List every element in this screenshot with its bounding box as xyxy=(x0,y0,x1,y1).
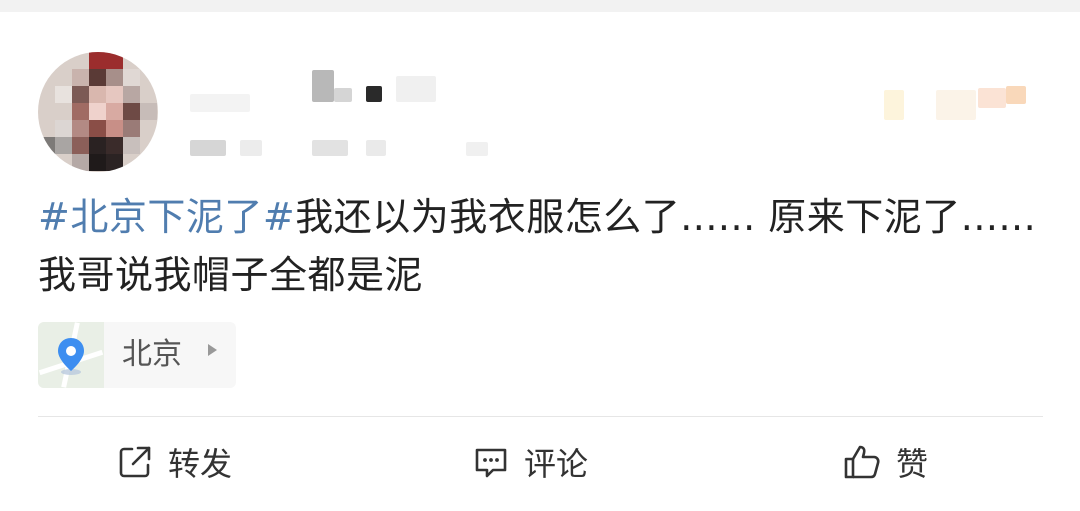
map-thumbnail xyxy=(38,322,104,388)
topic-link[interactable]: #北京下泥了# xyxy=(38,195,295,239)
share-icon xyxy=(119,446,151,478)
location-label: 北京 xyxy=(122,337,182,372)
comment-button[interactable]: 评论 xyxy=(472,440,588,484)
location-pin-icon xyxy=(58,338,84,375)
repost-label: 转发 xyxy=(168,445,233,483)
like-button[interactable]: 赞 xyxy=(842,440,928,484)
like-label: 赞 xyxy=(896,445,929,483)
comment-icon xyxy=(475,448,507,478)
post-card: #北京下泥了#我还以为我衣服怎么了...... 原来下泥了...... 我哥说我… xyxy=(0,12,1080,511)
comment-label: 评论 xyxy=(524,445,589,483)
post-content: #北京下泥了#我还以为我衣服怎么了...... 原来下泥了...... 我哥说我… xyxy=(38,188,1038,304)
divider xyxy=(38,416,1043,417)
avatar[interactable] xyxy=(38,52,158,172)
thumbs-up-icon xyxy=(844,445,880,479)
repost-button[interactable]: 转发 xyxy=(116,440,232,484)
location-tag[interactable]: 北京 xyxy=(38,322,236,388)
chevron-right-icon xyxy=(208,344,217,356)
